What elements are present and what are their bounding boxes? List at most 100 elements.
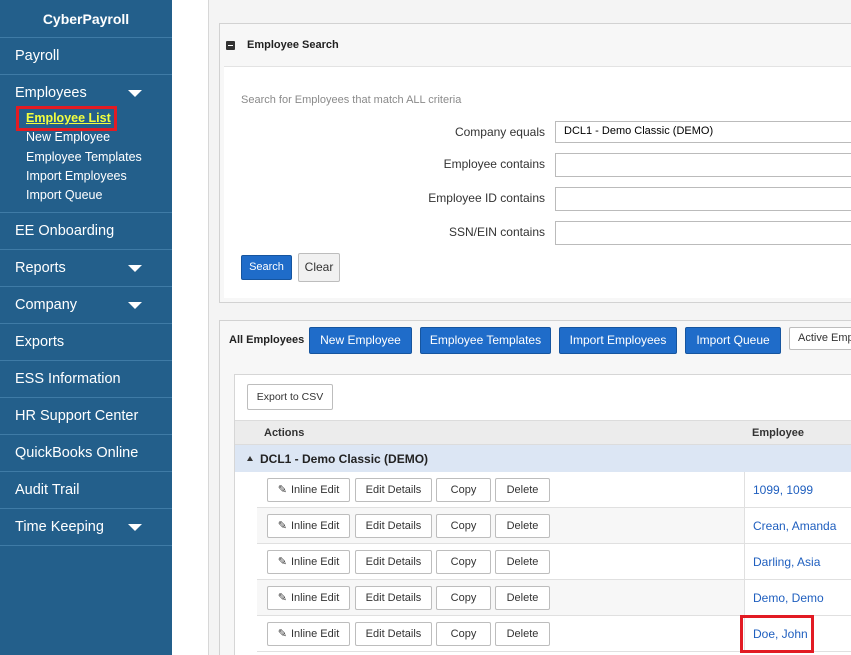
inline-edit-button[interactable]: ✎ Inline Edit <box>267 514 350 538</box>
all-employees-label: All Employees <box>229 334 305 346</box>
pencil-icon: ✎ <box>277 592 287 604</box>
group-label: DCL1 - Demo Classic (DEMO) <box>260 452 429 466</box>
table-row: ✎ Inline Edit Edit Details Copy Delete 10… <box>257 472 851 508</box>
edit-details-button[interactable]: Edit Details <box>355 622 432 646</box>
chevron-down-icon <box>128 524 142 532</box>
nav-time-keeping[interactable]: Time Keeping <box>0 509 172 547</box>
import-queue-button[interactable]: Import Queue <box>685 327 781 354</box>
edit-details-button[interactable]: Edit Details <box>355 586 432 610</box>
main-content: Employee Search Search for Employees tha… <box>208 0 851 655</box>
import-employees-button[interactable]: Import Employees <box>559 327 677 354</box>
delete-button[interactable]: Delete <box>495 586 550 610</box>
table-row: ✎ Inline Edit Edit Details Copy Delete Da… <box>257 544 851 580</box>
pencil-icon: ✎ <box>277 484 287 496</box>
company-row: Company equals DCL1 - Demo Classic (DEMO… <box>224 121 851 145</box>
employee-link[interactable]: Demo, Demo <box>753 591 824 605</box>
inline-edit-button[interactable]: ✎ Inline Edit <box>267 586 350 610</box>
pencil-icon: ✎ <box>277 556 287 568</box>
chevron-down-icon <box>128 90 142 97</box>
inline-edit-label: Inline Edit <box>290 520 340 532</box>
export-csv-button[interactable]: Export to CSV <box>247 384 333 410</box>
pencil-icon: ✎ <box>277 520 287 532</box>
search-form: Search for Employees that match ALL crit… <box>224 66 851 298</box>
employee-id-input[interactable] <box>555 187 851 211</box>
company-select[interactable]: DCL1 - Demo Classic (DEMO) <box>555 121 851 143</box>
clear-button[interactable]: Clear <box>298 253 340 282</box>
copy-button[interactable]: Copy <box>436 550 491 574</box>
sub-employee-list[interactable]: Employee List <box>16 105 117 132</box>
employee-id-row: Employee ID contains <box>224 187 851 211</box>
nav-reports[interactable]: Reports <box>0 250 172 288</box>
brand-title: CyberPayroll <box>0 0 172 38</box>
nav-exports[interactable]: Exports <box>0 324 172 362</box>
nav-company[interactable]: Company <box>0 287 172 325</box>
nav-employees-label: Employees <box>15 85 87 101</box>
nav-payroll[interactable]: Payroll <box>0 38 172 75</box>
chevron-down-icon <box>128 265 142 273</box>
inline-edit-label: Inline Edit <box>290 484 340 496</box>
copy-button[interactable]: Copy <box>436 622 491 646</box>
collapse-icon[interactable] <box>226 40 235 50</box>
table-row: ✎ Inline Edit Edit Details Copy Delete Do… <box>257 615 851 653</box>
employee-link[interactable]: 1099, 1099 <box>753 483 813 497</box>
nav-time-keeping-label: Time Keeping <box>15 519 104 536</box>
nav-ess-information[interactable]: ESS Information <box>0 361 172 399</box>
new-employee-button[interactable]: New Employee <box>309 327 412 354</box>
sub-import-employees[interactable]: Import Employees <box>26 167 172 186</box>
group-row[interactable]: DCL1 - Demo Classic (DEMO) <box>235 445 851 472</box>
sidebar: CyberPayroll Payroll Employees Employee … <box>0 0 172 655</box>
nav-reports-label: Reports <box>15 260 66 277</box>
sub-employee-templates[interactable]: Employee Templates <box>26 148 172 167</box>
table-row: ✎ Inline Edit Edit Details Copy Delete Cr… <box>257 508 851 544</box>
copy-button[interactable]: Copy <box>436 478 491 502</box>
employees-submenu: Employee List New Employee Employee Temp… <box>0 105 172 212</box>
employee-cell: Demo, Demo <box>744 580 851 615</box>
collapse-triangle-icon[interactable] <box>247 456 253 461</box>
employee-label: Employee contains <box>443 157 545 171</box>
highlight-box <box>740 615 814 653</box>
nav-company-label: Company <box>15 297 78 314</box>
list-toolbar: All Employees New Employee Employee Temp… <box>220 321 851 359</box>
copy-button[interactable]: Copy <box>436 586 491 610</box>
employee-row: Employee contains <box>224 153 851 177</box>
employee-link[interactable]: Darling, Asia <box>753 555 820 569</box>
ssn-label: SSN/EIN contains <box>448 225 545 239</box>
nav-hr-support-center[interactable]: HR Support Center <box>0 398 172 436</box>
delete-button[interactable]: Delete <box>495 550 550 574</box>
nav-group-employees: Employees Employee List New Employee Emp… <box>0 75 172 214</box>
employee-cell: 1099, 1099 <box>744 472 851 507</box>
employee-grid: Export to CSV Actions Employee DCL1 - De… <box>234 374 851 655</box>
employee-templates-button[interactable]: Employee Templates <box>420 327 551 354</box>
nav-audit-trail[interactable]: Audit Trail <box>0 472 172 510</box>
copy-button[interactable]: Copy <box>436 514 491 538</box>
search-panel-header: Employee Search <box>220 24 851 66</box>
inline-edit-button[interactable]: ✎ Inline Edit <box>267 478 350 502</box>
sub-import-queue[interactable]: Import Queue <box>26 186 172 205</box>
nav-quickbooks-online[interactable]: QuickBooks Online <box>0 435 172 473</box>
company-label: Company equals <box>454 125 545 139</box>
employee-link[interactable]: Crean, Amanda <box>753 519 836 533</box>
employee-list-panel: All Employees New Employee Employee Temp… <box>219 320 851 655</box>
delete-button[interactable]: Delete <box>495 478 550 502</box>
delete-button[interactable]: Delete <box>495 514 550 538</box>
employee-search-panel: Employee Search Search for Employees tha… <box>219 23 851 303</box>
edit-details-button[interactable]: Edit Details <box>355 550 432 574</box>
delete-button[interactable]: Delete <box>495 622 550 646</box>
search-panel-title: Employee Search <box>247 39 339 51</box>
inline-edit-label: Inline Edit <box>290 628 340 640</box>
inline-edit-button[interactable]: ✎ Inline Edit <box>267 622 350 646</box>
edit-details-button[interactable]: Edit Details <box>355 514 432 538</box>
employee-id-label: Employee ID contains <box>428 191 545 205</box>
employee-input[interactable] <box>555 153 851 177</box>
table-row: ✎ Inline Edit Edit Details Copy Delete De… <box>257 580 851 616</box>
active-employees-filter[interactable]: Active Emp <box>789 327 851 350</box>
search-button[interactable]: Search <box>241 255 292 280</box>
chevron-down-icon <box>128 302 142 310</box>
employee-cell: Crean, Amanda <box>744 508 851 543</box>
nav-ee-onboarding[interactable]: EE Onboarding <box>0 213 172 251</box>
inline-edit-button[interactable]: ✎ Inline Edit <box>267 550 350 574</box>
ssn-input[interactable] <box>555 221 851 245</box>
edit-details-button[interactable]: Edit Details <box>355 478 432 502</box>
employee-column-header[interactable]: Employee <box>752 427 804 439</box>
actions-column-header: Actions <box>264 427 305 439</box>
